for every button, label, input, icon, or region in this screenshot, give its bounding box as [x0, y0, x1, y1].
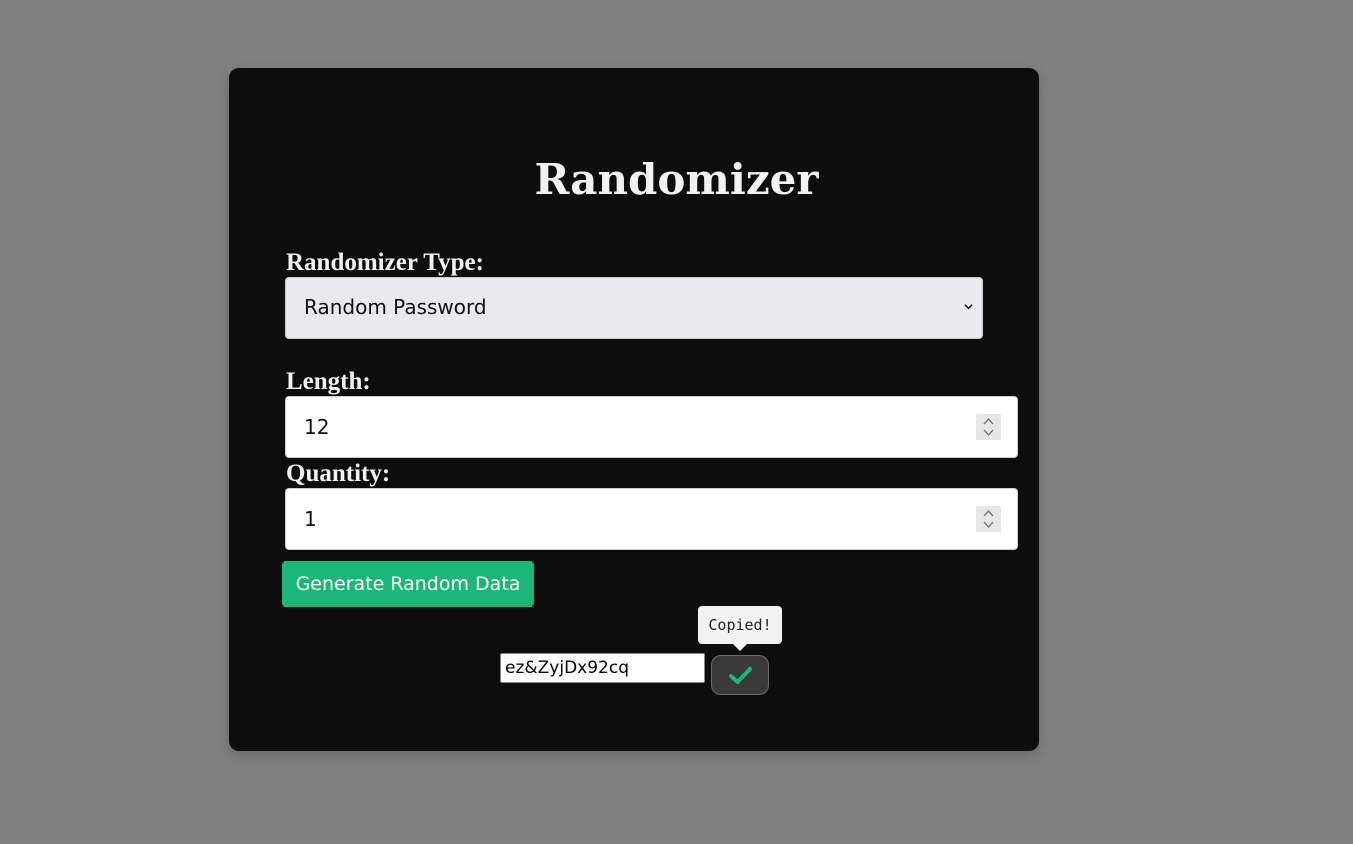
copy-button[interactable] [711, 655, 769, 695]
length-value: 12 [304, 415, 330, 439]
randomizer-type-label: Randomizer Type: [286, 249, 484, 276]
length-stepper[interactable] [976, 414, 1001, 440]
length-label: Length: [286, 368, 371, 395]
randomizer-type-select[interactable]: Random Password [285, 277, 983, 339]
generate-button[interactable]: Generate Random Data [282, 561, 534, 607]
quantity-label: Quantity: [286, 460, 391, 487]
chevron-up-icon [983, 417, 994, 425]
chevron-down-icon [983, 429, 994, 437]
check-icon [729, 667, 752, 684]
quantity-value: 1 [304, 507, 317, 531]
quantity-input[interactable]: 1 [285, 488, 1018, 550]
randomizer-type-value: Random Password [304, 295, 487, 319]
quantity-stepper[interactable] [976, 506, 1001, 532]
result-field[interactable]: ez&ZyjDx92cq [500, 653, 705, 683]
chevron-down-icon [964, 304, 973, 310]
copied-tooltip: Copied! [698, 606, 782, 644]
tooltip-arrow [733, 644, 747, 651]
chevron-up-icon [983, 509, 994, 517]
page-title: Randomizer [534, 155, 819, 204]
length-input[interactable]: 12 [285, 396, 1018, 458]
chevron-down-icon [983, 521, 994, 529]
